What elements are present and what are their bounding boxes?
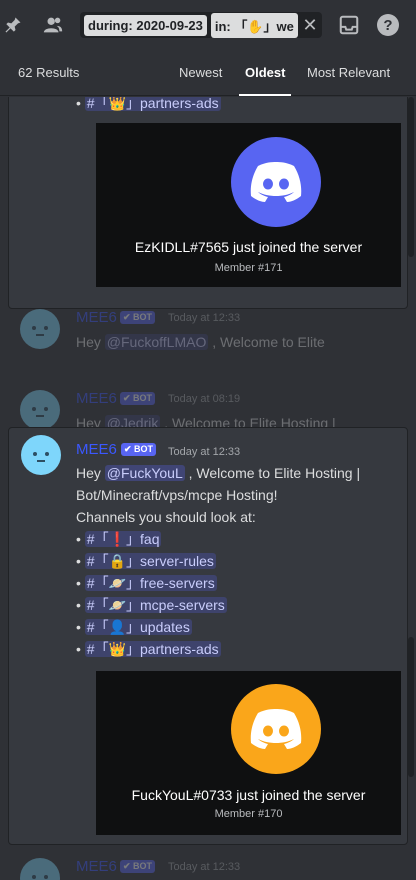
inbox-icon[interactable] [336,12,362,38]
channel-link-server-rules[interactable]: • #「🔒」server-rules [76,550,396,572]
help-icon[interactable]: ? [375,12,401,38]
channel-link-faq[interactable]: • #「❗」faq [76,528,396,550]
username: MEE6 [76,309,117,326]
top-toolbar: during: 2020-09-23 in: 「✋」we ✕ ? [0,0,416,50]
bot-badge: ✔ BOT [120,392,156,405]
bot-badge: ✔ BOT [120,311,156,324]
search-filter-in[interactable]: in: 「✋」we [210,12,298,38]
active-tab-indicator [239,94,291,96]
scrollbar-thumb[interactable] [408,97,414,257]
members-icon[interactable] [40,12,66,38]
avatar [20,858,60,880]
message-line: Channels you should look at: [76,509,256,525]
message-line: Hey @FuckYouL , Welcome to Elite Hosting… [76,465,361,481]
context-message: MEE6 ✔ BOT Today at 12:33 Hey @FuckoffLM… [0,302,416,362]
tab-oldest[interactable]: Oldest [245,65,285,80]
search-results-list[interactable]: • #「👑」partners-ads EzKIDLL#7565 just joi… [0,97,416,880]
tab-most-relevant[interactable]: Most Relevant [307,65,390,80]
embed-subtitle: Member #170 [214,808,283,820]
username[interactable]: MEE6 [76,441,117,458]
results-count: 62 Results [18,65,80,80]
channel-link-mcpe-servers[interactable]: • #「🪐」mcpe-servers [76,594,396,616]
bot-badge: ✔ BOT [121,443,157,456]
context-message: MEE6 ✔ BOT Today at 08:19 Hey @Jedrik , … [0,387,416,431]
user-mention[interactable]: @FuckYouL [104,465,185,481]
discord-logo-icon [231,684,321,774]
timestamp: Today at 12:33 [168,312,241,324]
search-filter-during[interactable]: during: 2020-09-23 [84,14,207,36]
search-result-card[interactable]: • #「👑」partners-ads EzKIDLL#7565 just joi… [8,97,408,309]
svg-text:?: ? [383,17,392,34]
avatar [20,390,60,430]
timestamp: Today at 12:33 [168,446,241,458]
bot-badge: ✔ BOT [120,860,156,873]
embed-title: EzKIDLL#7565 just joined the server [134,239,363,255]
clear-search-icon[interactable]: ✕ [302,15,318,36]
username: MEE6 [76,858,117,875]
channel-link-partners-ads[interactable]: • #「👑」partners-ads [76,97,221,114]
scrollbar-thumb[interactable] [408,637,414,777]
welcome-embed: EzKIDLL#7565 just joined the server Memb… [96,123,401,287]
message-text: Hey @FuckoffLMAO , Welcome to Elite [76,334,325,350]
username: MEE6 [76,390,117,407]
message-line: Bot/Minecraft/vps/mcpe Hosting! [76,487,278,503]
avatar[interactable] [21,435,61,475]
channel-link-free-servers[interactable]: • #「🪐」free-servers [76,572,396,594]
discord-logo-icon [231,137,321,227]
welcome-embed: FuckYouL#0733 just joined the server Mem… [96,671,401,835]
channel-link-partners-ads[interactable]: • #「👑」partners-ads [76,638,396,660]
avatar [20,309,60,349]
embed-title: FuckYouL#0733 just joined the server [131,787,366,803]
results-scrollbar[interactable] [408,97,414,880]
search-result-card[interactable]: MEE6 ✔ BOT Today at 12:33 Hey @FuckYouL … [8,427,408,845]
context-message: MEE6 ✔ BOT Today at 12:33 [0,855,416,880]
search-bar[interactable]: during: 2020-09-23 in: 「✋」we ✕ [80,12,322,38]
pin-icon[interactable] [0,12,26,38]
tab-newest[interactable]: Newest [179,65,222,80]
message-body: Hey @FuckYouL , Welcome to Elite Hosting… [76,462,396,660]
timestamp: Today at 08:19 [168,393,241,405]
channel-link-updates[interactable]: • #「👤」updates [76,616,396,638]
embed-subtitle: Member #171 [214,262,283,274]
timestamp: Today at 12:33 [168,861,241,873]
